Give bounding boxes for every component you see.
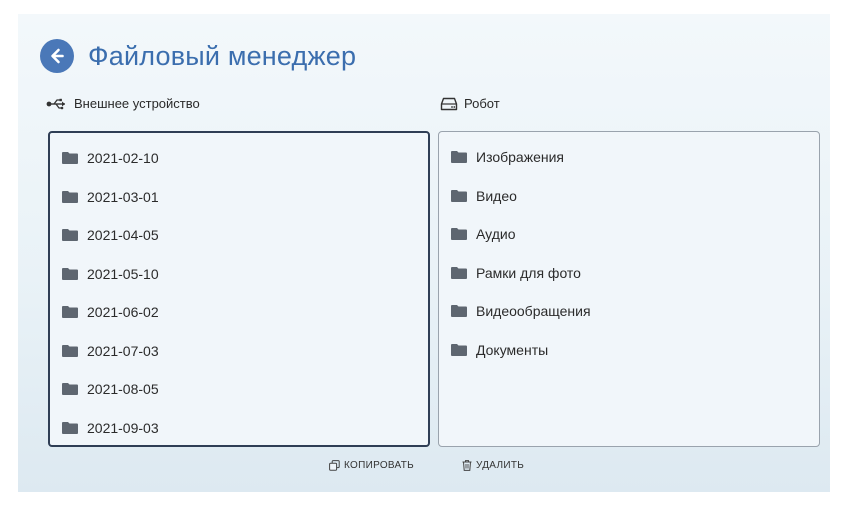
folder-icon: [451, 266, 467, 279]
folder-row[interactable]: 2021-07-03: [50, 332, 428, 371]
folder-name: 2021-05-10: [87, 265, 159, 282]
folder-row[interactable]: 2021-03-01: [50, 178, 428, 217]
folder-name: Видеообращения: [476, 303, 591, 320]
folder-icon: [451, 189, 467, 202]
robot-label: Робот: [440, 96, 500, 111]
folder-row[interactable]: 2021-02-10: [50, 139, 428, 178]
folder-row[interactable]: 2021-05-10: [50, 255, 428, 294]
file-manager-screen: Файловый менеджер Внешнее устройство Роб…: [18, 14, 830, 492]
folder-icon: [451, 305, 467, 318]
external-device-label: Внешнее устройство: [46, 96, 200, 111]
folder-row[interactable]: 2021-06-02: [50, 293, 428, 332]
folder-name: 2021-04-05: [87, 227, 159, 244]
delete-button-label: УДАЛИТЬ: [476, 460, 525, 471]
folder-icon: [62, 152, 78, 165]
folder-row[interactable]: Видео: [439, 177, 819, 216]
folder-icon: [62, 267, 78, 280]
folder-icon: [451, 228, 467, 241]
copy-button[interactable]: КОПИРОВАТЬ: [329, 460, 414, 471]
robot-pane[interactable]: Изображения Видео Аудио Рамки для фото В…: [438, 131, 820, 447]
header: Файловый менеджер: [40, 36, 356, 76]
action-bar: КОПИРОВАТЬ УДАЛИТЬ: [18, 460, 830, 478]
folder-icon: [62, 306, 78, 319]
robot-label-text: Робот: [464, 96, 500, 111]
folder-row[interactable]: Рамки для фото: [439, 254, 819, 293]
hard-drive-icon: [440, 97, 458, 111]
folder-row[interactable]: Изображения: [439, 138, 819, 177]
external-device-label-text: Внешнее устройство: [74, 96, 200, 111]
folder-name: 2021-02-10: [87, 150, 159, 167]
folder-name: 2021-03-01: [87, 188, 159, 205]
folder-name: 2021-09-03: [87, 419, 159, 436]
trash-icon: [462, 460, 472, 471]
folder-icon: [62, 344, 78, 357]
back-button[interactable]: [40, 39, 74, 73]
folder-name: 2021-07-03: [87, 342, 159, 359]
folder-name: Изображения: [476, 149, 564, 166]
external-device-pane[interactable]: 2021-02-10 2021-03-01 2021-04-05 2021-05…: [48, 131, 430, 447]
folder-row[interactable]: 2021-08-05: [50, 370, 428, 409]
folder-icon: [62, 383, 78, 396]
folder-row[interactable]: Документы: [439, 331, 819, 370]
copy-button-label: КОПИРОВАТЬ: [344, 460, 414, 471]
copy-icon: [329, 460, 340, 471]
folder-icon: [62, 190, 78, 203]
folder-icon: [451, 343, 467, 356]
folder-name: Рамки для фото: [476, 264, 581, 281]
folder-row[interactable]: Аудио: [439, 215, 819, 254]
folder-name: Видео: [476, 187, 517, 204]
folder-row[interactable]: 2021-04-05: [50, 216, 428, 255]
folder-row[interactable]: 2021-09-03: [50, 409, 428, 448]
folder-icon: [62, 421, 78, 434]
folder-name: 2021-06-02: [87, 304, 159, 321]
arrow-left-icon: [51, 48, 64, 64]
delete-button[interactable]: УДАЛИТЬ: [462, 460, 524, 471]
usb-icon: [46, 98, 68, 110]
folder-icon: [451, 151, 467, 164]
page-title: Файловый менеджер: [88, 40, 357, 71]
folder-name: Аудио: [476, 226, 516, 243]
folder-name: Документы: [476, 341, 549, 358]
folder-name: 2021-08-05: [87, 381, 159, 398]
folder-icon: [62, 229, 78, 242]
folder-row[interactable]: Видеообращения: [439, 292, 819, 331]
